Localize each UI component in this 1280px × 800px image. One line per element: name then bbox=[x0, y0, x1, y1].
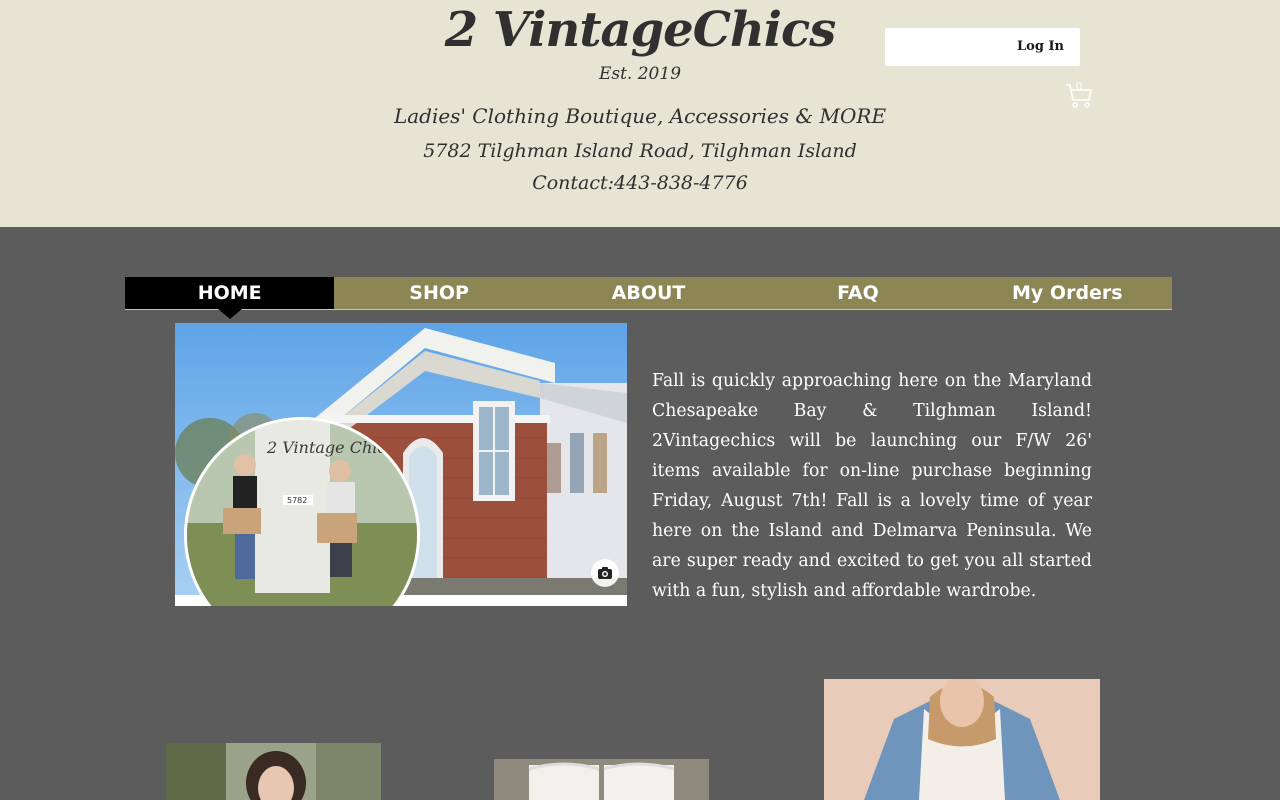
storefront-photo: 2 Vintage Chics 5782 bbox=[175, 323, 627, 606]
intro-paragraph: Fall is quickly approaching here on the … bbox=[652, 371, 1092, 601]
nav-shop[interactable]: SHOP bbox=[334, 277, 543, 309]
product-image-3[interactable] bbox=[824, 679, 1100, 800]
sign-address-number: 5782 bbox=[287, 496, 307, 505]
site-tagline: Ladies' Clothing Boutique, Accessories &… bbox=[393, 104, 887, 128]
nav-faq[interactable]: FAQ bbox=[753, 277, 962, 309]
product-photo-3 bbox=[824, 679, 1100, 800]
site-contact: Contact:443-838-4776 bbox=[532, 172, 748, 194]
camera-icon bbox=[598, 567, 612, 579]
main-nav: HOME SHOP ABOUT FAQ My Orders bbox=[125, 277, 1172, 319]
nav-about[interactable]: ABOUT bbox=[544, 277, 753, 309]
site-address: 5782 Tilghman Island Road, Tilghman Isla… bbox=[423, 140, 857, 162]
product-photo-1 bbox=[166, 743, 381, 800]
nav-my-orders[interactable]: My Orders bbox=[963, 277, 1172, 309]
site-logo-title[interactable]: 2 VintageChics bbox=[440, 2, 840, 58]
gallery-camera-button[interactable] bbox=[591, 559, 619, 587]
site-established: Est. 2019 bbox=[598, 64, 682, 84]
product-image-2[interactable] bbox=[494, 759, 709, 800]
site-header: 2 VintageChics Est. 2019 Ladies' Clothin… bbox=[0, 0, 1280, 227]
login-button[interactable]: Log In bbox=[1017, 39, 1064, 54]
product-photo-2 bbox=[494, 759, 709, 800]
cart-count: 0 bbox=[1075, 80, 1083, 93]
hero-photo[interactable]: 2 Vintage Chics 5782 bbox=[175, 323, 627, 606]
nav-home[interactable]: HOME bbox=[125, 277, 335, 319]
cart-button[interactable]: 0 bbox=[1064, 80, 1094, 110]
product-image-1[interactable] bbox=[166, 743, 381, 800]
login-bar: Log In bbox=[885, 28, 1080, 66]
